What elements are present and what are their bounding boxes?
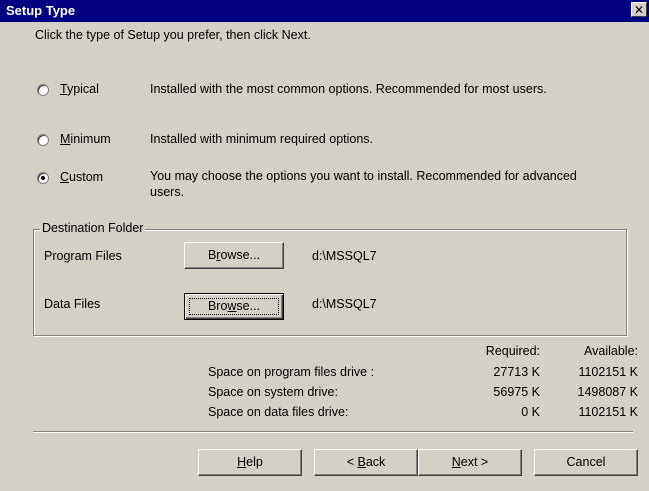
minimum-label[interactable]: Minimum: [60, 132, 111, 146]
available-header: Available:: [584, 344, 638, 358]
data-files-path: d:\MSSQL7: [312, 297, 377, 311]
help-button[interactable]: Help: [198, 449, 302, 476]
cancel-button[interactable]: Cancel: [534, 449, 638, 476]
back-button[interactable]: < Back: [314, 449, 418, 476]
minimum-description: Installed with minimum required options.: [150, 132, 374, 146]
typical-label[interactable]: Typical: [60, 82, 99, 96]
space-row-required: 0 K: [521, 405, 540, 419]
data-files-browse-button[interactable]: Browse...: [184, 293, 284, 320]
title-bar: Setup Type ✕: [0, 0, 649, 22]
space-row-available: 1498087 K: [577, 385, 638, 399]
space-row-label: Space on system drive:: [208, 385, 338, 399]
program-files-label: Program Files: [44, 249, 122, 263]
space-row-required: 27713 K: [493, 365, 540, 379]
custom-radio[interactable]: [37, 172, 49, 184]
space-row-required: 56975 K: [493, 385, 540, 399]
required-header: Required:: [485, 344, 540, 358]
typical-radio[interactable]: [37, 84, 49, 96]
typical-description: Installed with the most common options. …: [150, 82, 547, 96]
instruction-text: Click the type of Setup you prefer, then…: [35, 28, 311, 42]
custom-description: You may choose the options you want to i…: [150, 169, 577, 199]
window-title: Setup Type: [6, 3, 76, 18]
data-files-label: Data Files: [44, 297, 101, 311]
destination-folder-label: Destination Folder: [40, 221, 146, 235]
space-row-available: 1102151 K: [578, 365, 638, 379]
separator-line: [33, 431, 633, 433]
setup-type-dialog: Setup Type ✕ Click the type of Setup you…: [0, 0, 649, 491]
custom-label[interactable]: Custom: [60, 170, 103, 184]
program-files-browse-button[interactable]: Browse...: [184, 242, 284, 269]
next-button[interactable]: Next >: [418, 449, 522, 476]
space-row-label: Space on data files drive:: [208, 405, 349, 419]
destination-folder-group: [33, 229, 627, 336]
space-row-available: 1102151 K: [578, 405, 638, 419]
minimum-radio[interactable]: [37, 134, 49, 146]
program-files-path: d:\MSSQL7: [312, 249, 377, 263]
close-icon[interactable]: ✕: [631, 2, 647, 17]
radio-selected-dot: [41, 176, 45, 180]
space-row-label: Space on program files drive :: [208, 365, 375, 379]
